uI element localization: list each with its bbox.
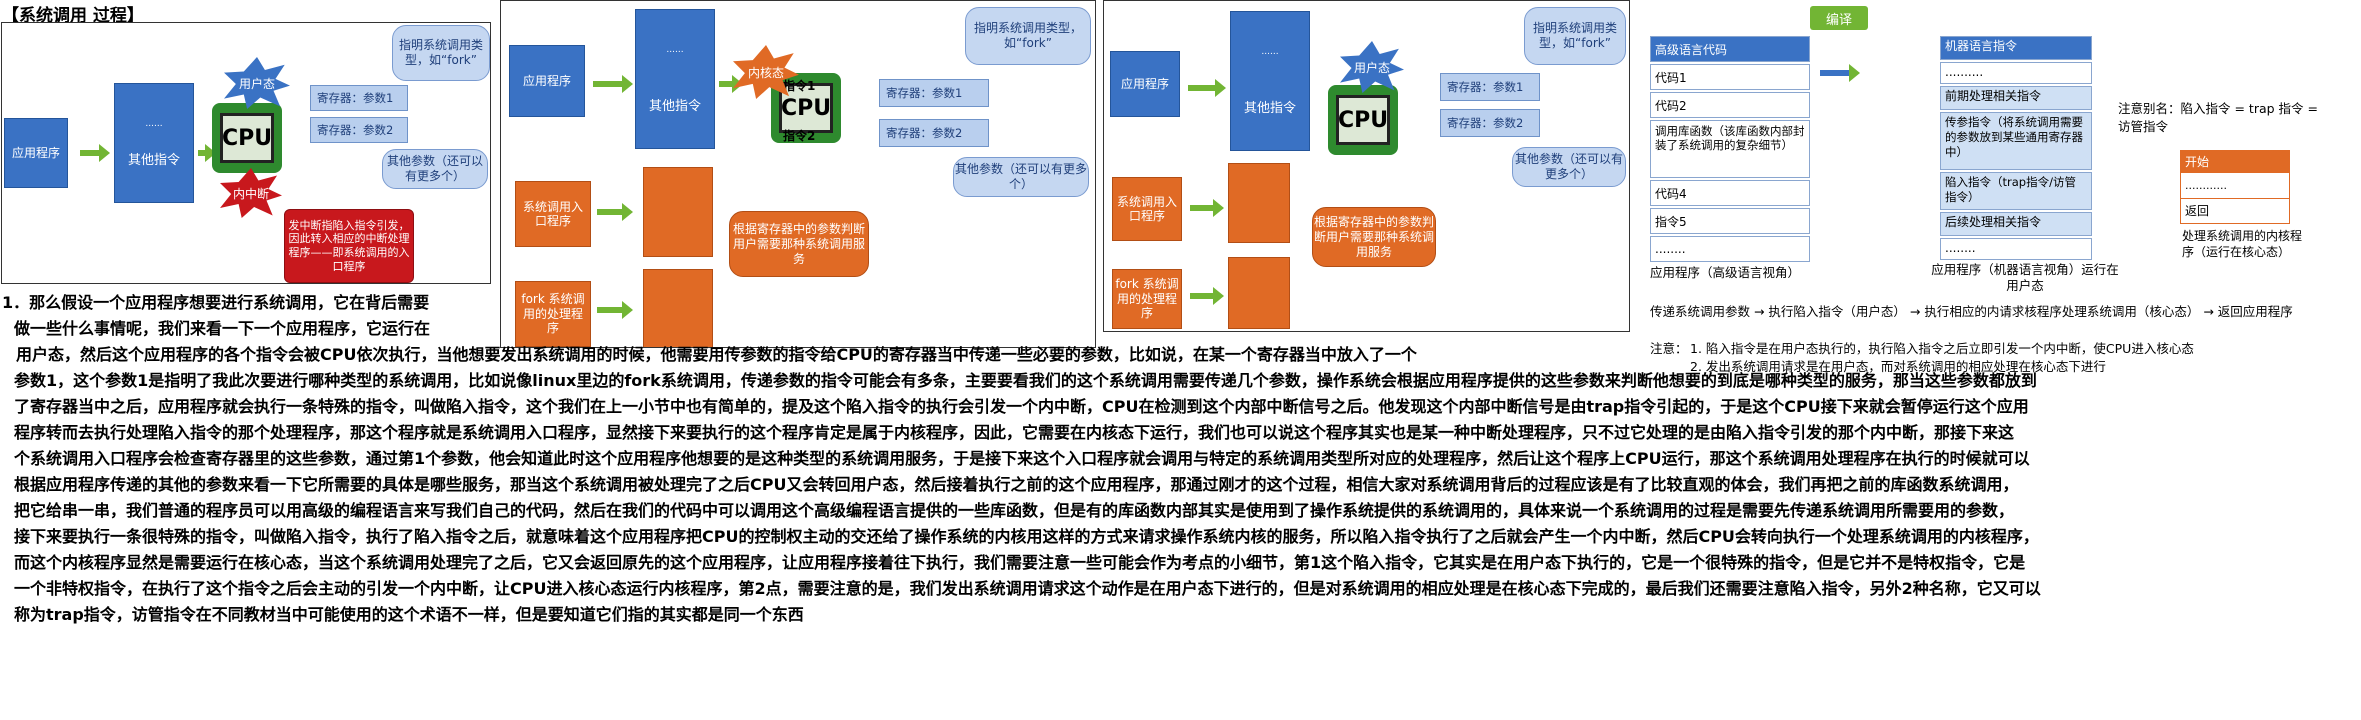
hl-code-table: 高级语言代码 代码1 代码2 调用库函数（该库函数内部封装了系统调用的复杂细节）… (1650, 36, 1812, 262)
dots-label: ...... (145, 118, 163, 129)
ml-row-trap: 陷入指令（trap指令/访管指令） (1940, 172, 2092, 210)
entry-code-block (643, 167, 713, 257)
kernel-program-box: 开始 ............ 返回 (2180, 150, 2290, 224)
hl-row: 代码1 (1650, 64, 1810, 90)
register-2: 寄存器：参数2 (879, 119, 989, 147)
paragraph-line: 一个非特权指令，在执行了这个指令之后会主动的引发一个内中断，让CPU进入核心态运… (14, 579, 2041, 598)
user-state-burst: 用户态 (224, 57, 290, 109)
ml-row: 前期处理相关指令 (1940, 86, 2092, 110)
cpu-icon: CPU (212, 103, 282, 173)
paragraph-line: 用户态，然后这个应用程序的各个指令会被CPU依次执行，当他想要发出系统调用的时候… (16, 345, 1417, 364)
paragraph-line: 而这个内核程序显然是需要运行在核心态，当这个系统调用处理完了之后，它又会返回原先… (14, 553, 2026, 572)
arrow-icon (198, 144, 216, 162)
instruction-1-label: 指令1 (783, 79, 816, 93)
callout-other-params: 其他参数（还可以有更多个） (382, 149, 488, 189)
other-instructions-block: ...... 其他指令 (114, 83, 194, 203)
other-instructions-block: ...... 其他指令 (1230, 11, 1310, 151)
arrow-icon (1820, 64, 1860, 82)
callout-dispatch: 根据寄存器中的参数判断用户需要那种系统调用服务 (1312, 207, 1436, 267)
ml-row: ........ (1940, 238, 2092, 260)
compile-badge: 编译 (1810, 6, 1868, 30)
dots-label: ...... (1261, 46, 1279, 57)
arrow-icon (597, 203, 633, 221)
kernel-dots: ............ (2181, 173, 2289, 199)
paragraph-line: 做一些什么事情呢，我们来看一下一个应用程序，它运行在 (14, 319, 431, 338)
dots-label: ...... (666, 44, 684, 55)
ml-row: .......... (1940, 62, 2092, 84)
arrow-icon (593, 75, 633, 93)
cpu-label: CPU (220, 113, 274, 163)
kernel-return: 返回 (2185, 204, 2210, 218)
other-instructions-block: ...... 其他指令 (635, 9, 715, 149)
register-2: 寄存器：参数2 (310, 117, 408, 143)
diagram-panel-4: 编译 高级语言代码 代码1 代码2 调用库函数（该库函数内部封装了系统调用的复杂… (1648, 0, 2361, 293)
other-instructions-label: 其他指令 (1243, 100, 1296, 116)
kernel-start: 开始 (2181, 151, 2289, 173)
arrow-icon (80, 144, 110, 162)
app-scroll: 应用程序 (509, 45, 585, 117)
ml-row-pass-params: 传参指令（将系统调用需要的参数放到某些通用寄存器中） (1940, 112, 2092, 170)
hl-row-library: 调用库函数（该库函数内部封装了系统调用的复杂细节） (1650, 120, 1810, 178)
paragraph-line: 接下来要执行一条很特殊的指令，叫做陷入指令，执行了陷入指令之后，就意味着这个应用… (14, 527, 2039, 546)
paragraph-line: 程序转而去执行处理陷入指令的那个处理程序，那这个程序就是系统调用入口程序，显然接… (14, 423, 2015, 442)
callout-other-params: 其他参数（还可以有更多个） (953, 157, 1089, 197)
arrow-icon (1190, 199, 1224, 217)
register-1: 寄存器：参数1 (879, 79, 989, 107)
explanation-paragraph: 1．那么假设一个应用程序想要进行系统调用，它在背后需要 做一些什么事情呢，我们来… (2, 290, 2354, 628)
kernel-program-caption: 处理系统调用的内核程序（运行在核心态） (2182, 229, 2303, 259)
other-instructions-label: 其他指令 (648, 98, 701, 114)
app-scroll: 应用程序 (1110, 51, 1180, 117)
paragraph-line: 个系统调用入口程序会检查寄存器里的这些参数，通过第1个参数，他会知道此时这个应用… (14, 449, 2030, 468)
callout-trap: 发中断指陷入指令引发，因此转入相应的中断处理程序——即系统调用的入口程序 (284, 209, 414, 283)
cpu-label: CPU (1336, 95, 1390, 145)
alias-note: 注意别名：陷入指令 = trap 指令 = 访管指令 (2118, 101, 2318, 134)
callout-type: 指明系统调用类型，如“fork” (965, 7, 1091, 65)
app-scroll: 应用程序 (4, 118, 68, 188)
kernel-interrupt-burst: 内中断 (220, 168, 282, 218)
app-hl-caption: 应用程序（高级语言视角） (1650, 265, 1801, 280)
hl-row: 指令5 (1650, 208, 1810, 234)
entry-program-scroll: 系统调用入口程序 (1112, 177, 1182, 241)
callout-type: 指明系统调用类型，如“fork” (392, 25, 490, 81)
other-instructions-label: 其他指令 (127, 152, 180, 168)
diagram-panel-1: 应用程序 ...... 其他指令 CPU 用户态 内中断 寄存器：参数1 寄存器… (1, 22, 491, 284)
register-2: 寄存器：参数2 (1440, 109, 1540, 137)
entry-program-scroll: 系统调用入口程序 (515, 181, 591, 247)
paragraph-line: 称为trap指令，访管指令在不同教材当中可能使用的这个术语不一样，但是要知道它们… (14, 605, 804, 624)
ml-code-table: 机器语言指令 .......... 前期处理相关指令 传参指令（将系统调用需要的… (1940, 36, 2096, 260)
cpu-icon: CPU (1328, 85, 1398, 155)
hl-header: 高级语言代码 (1650, 36, 1810, 62)
paragraph-line: 把它给串一串，我们普通的程序员可以用高级的编程语言来写我们自己的代码，然后在我们… (14, 501, 2015, 520)
callout-type: 指明系统调用类型，如“fork” (1524, 7, 1626, 65)
hl-row: 代码4 (1650, 180, 1810, 206)
paragraph-line: 参数1，这个参数1是指明了我此次要进行哪种类型的系统调用，比如说像linux里边… (14, 371, 2037, 390)
paragraph-line: 1．那么假设一个应用程序想要进行系统调用，它在背后需要 (2, 293, 430, 312)
hl-row: ........ (1650, 236, 1810, 262)
paragraph-line: 根据应用程序传递的其他的参数来看一下它所需要的具体是哪些服务，那当这个系统调用被… (14, 475, 2019, 494)
hl-row: 代码2 (1650, 92, 1810, 118)
diagram-panel-3: 应用程序 ...... 其他指令 CPU 用户态 寄存器：参数1 寄存器：参数2… (1103, 0, 1630, 332)
arrow-icon (719, 75, 743, 93)
entry-code-block (1228, 163, 1290, 243)
paragraph-line: 了寄存器当中之后，应用程序就会执行一条特殊的指令，叫做陷入指令，这个我们在上一小… (14, 397, 2029, 416)
ml-row: 后续处理相关指令 (1940, 212, 2092, 236)
register-1: 寄存器：参数1 (1440, 73, 1540, 101)
arrow-icon (1188, 79, 1226, 97)
instruction-2-label: 指令2 (783, 129, 816, 143)
register-1: 寄存器：参数1 (310, 85, 408, 111)
callout-other-params: 其他参数（还可以有更多个） (1512, 147, 1626, 187)
ml-header: 机器语言指令 (1940, 36, 2092, 60)
callout-dispatch: 根据寄存器中的参数判断用户需要那种系统调用服务 (729, 211, 869, 277)
